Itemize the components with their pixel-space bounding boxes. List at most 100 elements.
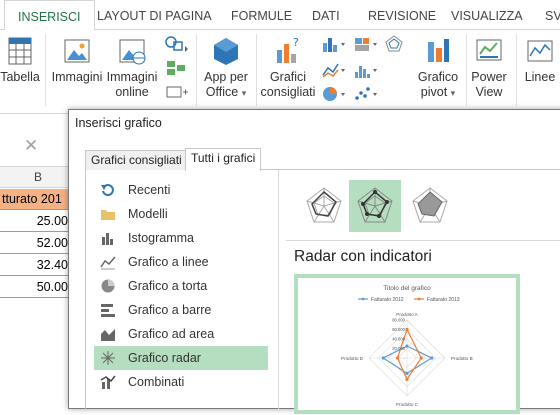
smartart-icon[interactable]: [164, 58, 190, 78]
legend-label-2013: Fatturato 2013: [427, 297, 460, 303]
screenshot-icon[interactable]: [164, 82, 190, 102]
category-label: Istogramma: [128, 231, 194, 245]
pie-chart-icon: [101, 279, 115, 293]
immagini-online-label-1: Immagini: [106, 70, 158, 84]
category-grafico-a-barre[interactable]: Grafico a barre: [94, 298, 268, 322]
panel-divider: [278, 170, 279, 410]
pivot-chart-icon: [428, 39, 449, 62]
column-chart-icon: [102, 233, 113, 245]
category-grafico-radar[interactable]: Grafico radar: [94, 346, 268, 370]
immagini-button[interactable]: Immagini: [50, 36, 104, 85]
power-label-1: Power: [471, 70, 507, 84]
grafici-label-1: Grafici: [269, 70, 307, 84]
data-point: [395, 356, 400, 360]
dialog-title: Inserisci grafico: [75, 116, 162, 130]
shapes-icon[interactable]: [164, 34, 190, 54]
category-combinati[interactable]: Combinati: [94, 370, 268, 394]
radar-chart-preview: Titolo del grafico Fatturato 2012 Fattur…: [341, 285, 473, 407]
data-point: [430, 356, 434, 360]
category-label: Grafico a torta: [128, 279, 208, 293]
recent-icon: [101, 184, 114, 197]
tab-formule[interactable]: FORMULE: [231, 0, 292, 30]
app-per-office-button[interactable]: App per Office ▾: [200, 36, 252, 101]
line-chart-icon[interactable]: [320, 60, 348, 80]
category-istogramma[interactable]: Istogramma: [94, 226, 268, 250]
hierarchy-chart-icon[interactable]: [352, 34, 380, 54]
data-point: [405, 371, 409, 375]
ribbon-separator: [466, 34, 467, 106]
power-label-2: View: [475, 85, 503, 99]
tab-revisione[interactable]: REVISIONE: [368, 0, 436, 30]
data-point: [405, 344, 409, 348]
power-view-icon: [476, 39, 502, 61]
filled-radar-thumbnail-icon[interactable]: [404, 180, 456, 232]
pie-chart-icon[interactable]: [320, 84, 348, 104]
data-point: [381, 356, 385, 360]
office-store-icon: [214, 38, 238, 65]
radar-small-icon[interactable]: [384, 34, 412, 54]
axis-label: Prodotto A: [396, 312, 418, 317]
pivot-label-1: Grafico: [417, 70, 459, 84]
chart-preview[interactable]: Titolo del grafico Fatturato 2012 Fattur…: [294, 274, 520, 414]
tabella-button[interactable]: Tabella: [0, 36, 40, 85]
header-cell[interactable]: tturato 201: [0, 189, 76, 210]
tab-inserisci[interactable]: INSERISCI: [4, 0, 95, 31]
category-recenti[interactable]: Recenti: [94, 178, 268, 202]
radar-chart-icon: [101, 351, 115, 365]
cancel-formula-icon[interactable]: ✕: [24, 136, 38, 156]
ribbon-separator: [256, 34, 257, 106]
data-point: [419, 356, 423, 360]
category-label: Modelli: [128, 207, 168, 221]
recommended-charts-icon: ?: [277, 36, 299, 63]
data-cell[interactable]: 25.00: [0, 211, 76, 232]
grafici-consigliati-button[interactable]: ? Grafici consigliati: [258, 36, 318, 100]
thumbnail-divider: [286, 240, 560, 241]
radar-thumbnail-icon[interactable]: [298, 180, 350, 232]
data-cell[interactable]: 52.00: [0, 233, 76, 254]
scatter-chart-icon[interactable]: [352, 84, 380, 104]
tab-visualizza[interactable]: VISUALIZZA: [451, 0, 523, 30]
sparkline-linee-button[interactable]: Linee: [520, 36, 560, 85]
stats-chart-icon[interactable]: [352, 60, 380, 80]
radar-markers-thumbnail-icon[interactable]: [349, 180, 401, 232]
bar-chart-icon: [101, 304, 115, 317]
category-grafico-a-torta[interactable]: Grafico a torta: [94, 274, 268, 298]
legend-label-2012: Fatturato 2012: [371, 297, 404, 303]
insert-chart-dialog: Inserisci grafico Grafici consigliati Tu…: [68, 109, 560, 414]
tick-label: 80.000: [392, 318, 405, 323]
immagini-online-button[interactable]: Immagini online: [104, 36, 160, 100]
app-label-1: App per: [204, 70, 248, 84]
power-view-button[interactable]: Power View: [468, 36, 510, 100]
tab-dati[interactable]: DATI: [312, 0, 340, 30]
tab-tutti-i-grafici[interactable]: Tutti i grafici: [185, 148, 262, 171]
axis-label: Prodotto B: [451, 356, 473, 361]
line-chart-icon: [100, 256, 116, 270]
ribbon-separator: [196, 34, 197, 106]
ribbon-separator: [45, 34, 46, 106]
data-cell[interactable]: 50.00: [0, 277, 76, 298]
dialog-tabs: Grafici consigliati Tutti i grafici: [85, 148, 560, 171]
chevron-down-icon: ▾: [450, 88, 456, 98]
tab-sviluppo[interactable]: SVI: [545, 0, 560, 30]
grafici-label-2: consigliati: [260, 85, 316, 99]
category-grafico-a-linee[interactable]: Grafico a linee: [94, 250, 268, 274]
sparkline-icon: [527, 40, 553, 62]
online-picture-icon: [119, 39, 146, 65]
data-cell[interactable]: 32.40: [0, 255, 76, 276]
category-label: Combinati: [128, 375, 185, 389]
chart-subtype-title: Radar con indicatori: [294, 248, 432, 265]
category-label: Grafico ad area: [128, 327, 215, 341]
tab-grafici-consigliati[interactable]: Grafici consigliati: [85, 150, 188, 170]
column-chart-icon[interactable]: [320, 34, 348, 54]
area-chart-icon: [101, 329, 115, 341]
preview-legend: Fatturato 2012 Fatturato 2013: [358, 297, 460, 303]
category-grafico-ad-area[interactable]: Grafico ad area: [94, 322, 268, 346]
data-point: [405, 327, 409, 332]
grafico-pivot-button[interactable]: Grafico pivot ▾: [414, 36, 462, 101]
immagini-online-label-2: online: [115, 85, 149, 99]
pivot-label-2: pivot: [420, 85, 448, 99]
category-modelli[interactable]: Modelli: [94, 202, 268, 226]
tab-layout-di-pagina[interactable]: LAYOUT DI PAGINA: [97, 0, 212, 30]
column-header-b[interactable]: B: [0, 166, 76, 188]
data-point: [405, 377, 409, 381]
